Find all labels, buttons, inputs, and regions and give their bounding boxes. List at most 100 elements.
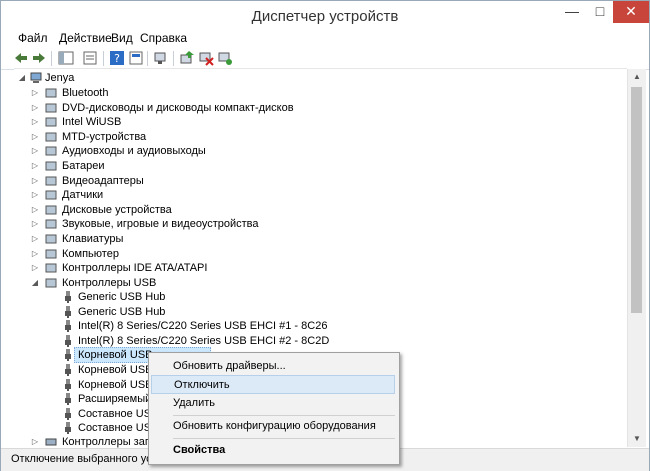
usb-device-label: Составное USB bbox=[78, 422, 159, 435]
expand-icon[interactable]: ▷ bbox=[31, 130, 39, 144]
scrollbar-thumb[interactable] bbox=[631, 87, 642, 313]
toolbar-separator bbox=[103, 51, 104, 66]
disable-device-icon[interactable] bbox=[217, 50, 233, 66]
show-hide-tree-icon[interactable] bbox=[58, 50, 74, 66]
properties-icon[interactable] bbox=[82, 50, 98, 66]
uninstall-icon[interactable] bbox=[198, 50, 214, 66]
expand-icon[interactable]: ▷ bbox=[31, 232, 39, 246]
ctx-disable[interactable]: Отключить bbox=[151, 375, 395, 394]
expand-icon[interactable]: ▷ bbox=[31, 261, 39, 275]
usb-device-label: Расширяемый bbox=[78, 393, 152, 406]
view-icon[interactable] bbox=[128, 50, 144, 66]
ctx-scan-hardware[interactable]: Обновить конфигурацию оборудования bbox=[151, 417, 395, 436]
battery-icon bbox=[45, 161, 57, 171]
usb-device-label: Составное USB bbox=[78, 407, 159, 420]
ctx-separator bbox=[173, 415, 395, 416]
tree-category-label: DVD-дисководы и дисководы компакт-дисков bbox=[62, 101, 294, 114]
expand-icon[interactable]: ▷ bbox=[31, 217, 39, 231]
tree-category-label: Видеоадаптеры bbox=[62, 174, 144, 187]
toolbar-separator bbox=[147, 51, 148, 66]
usb-plug-icon bbox=[65, 364, 71, 376]
close-button[interactable]: ✕ bbox=[613, 1, 649, 23]
expand-icon[interactable]: ▷ bbox=[31, 174, 39, 188]
expand-icon[interactable]: ▷ bbox=[31, 115, 39, 129]
tree-category-label: MTD-устройства bbox=[62, 130, 147, 143]
dvd-drive-icon bbox=[45, 103, 57, 113]
usb-device-label: Корневой USB- bbox=[78, 364, 157, 376]
usb-plug-icon bbox=[65, 320, 71, 333]
tree-category-label: Звуковые, игровые и видеоустройства bbox=[62, 218, 259, 231]
svg-text:?: ? bbox=[114, 52, 120, 65]
menu-file[interactable]: Файл bbox=[18, 29, 48, 47]
expand-icon[interactable]: ▷ bbox=[31, 203, 39, 217]
collapse-icon[interactable]: ◢ bbox=[18, 71, 26, 85]
usb-device-label: Intel(R) 8 Series/C220 Series USB EHCI #… bbox=[78, 334, 330, 347]
ide-controller-icon bbox=[45, 263, 57, 273]
tree-category-label: Компьютер bbox=[62, 247, 119, 260]
display-adapter-icon bbox=[45, 176, 57, 186]
usb-plug-icon bbox=[65, 305, 71, 318]
toolbar: ? bbox=[1, 47, 649, 70]
tree-root-label: Jenya bbox=[45, 72, 75, 84]
ctx-update-drivers[interactable]: Обновить драйверы... bbox=[151, 357, 395, 376]
status-text: Отключение выбранного устро bbox=[11, 453, 169, 465]
toolbar-separator bbox=[51, 51, 52, 66]
usb-plug-icon bbox=[65, 407, 71, 420]
back-arrow-icon[interactable] bbox=[13, 50, 29, 66]
tree-category-label: Контроллеры USB bbox=[62, 276, 157, 289]
maximize-button[interactable]: □ bbox=[585, 1, 615, 23]
usb-plug-icon bbox=[65, 291, 71, 303]
tree-category-label: Аудиовходы и аудиовыходы bbox=[62, 145, 206, 158]
storage-controller-icon bbox=[45, 438, 57, 446]
tree-category-label: Контроллеры запо bbox=[62, 436, 157, 448]
ctx-separator bbox=[173, 438, 395, 439]
sensor-icon bbox=[45, 190, 57, 200]
minimize-button[interactable]: — bbox=[557, 1, 587, 23]
usb-device-label: Generic USB Hub bbox=[78, 305, 166, 318]
tree-category-label: Клавиатуры bbox=[62, 233, 124, 245]
window-title: Диспетчер устройств bbox=[251, 8, 399, 25]
menu-bar: Файл Действие Вид Справка bbox=[1, 29, 649, 47]
usb-plug-icon bbox=[65, 349, 71, 362]
ctx-uninstall[interactable]: Удалить bbox=[151, 394, 395, 413]
menu-action[interactable]: Действие bbox=[59, 29, 112, 47]
menu-view[interactable]: Вид bbox=[111, 29, 133, 47]
expand-icon[interactable]: ▷ bbox=[31, 247, 39, 261]
usb-device-label: Intel(R) 8 Series/C220 Series USB EHCI #… bbox=[78, 320, 328, 333]
help-icon[interactable]: ? bbox=[109, 50, 125, 66]
expand-icon[interactable]: ▷ bbox=[31, 144, 39, 158]
usb-plug-icon bbox=[65, 334, 71, 347]
mtd-device-icon bbox=[45, 132, 57, 142]
expand-icon[interactable]: ▷ bbox=[31, 159, 39, 173]
expand-icon[interactable]: ▷ bbox=[31, 435, 39, 449]
keyboard-icon bbox=[45, 234, 57, 244]
usb-plug-icon bbox=[65, 378, 71, 391]
expand-icon[interactable]: ▷ bbox=[31, 101, 39, 115]
usb-controller-icon bbox=[45, 278, 57, 288]
scroll-up-icon[interactable]: ▲ bbox=[628, 69, 646, 85]
forward-arrow-icon[interactable] bbox=[31, 50, 47, 66]
menu-help[interactable]: Справка bbox=[140, 29, 187, 47]
usb-device-label: Generic USB Hub bbox=[78, 291, 166, 303]
vertical-scrollbar[interactable]: ▲ ▼ bbox=[627, 69, 646, 447]
collapse-icon[interactable]: ◢ bbox=[31, 276, 39, 290]
device-manager-window: Диспетчер устройств — □ ✕ Файл Действие … bbox=[0, 0, 650, 471]
update-driver-icon[interactable] bbox=[179, 50, 195, 66]
wiusb-icon bbox=[45, 117, 57, 127]
scan-hardware-icon[interactable] bbox=[153, 50, 169, 66]
usb-plug-icon bbox=[65, 393, 71, 406]
tree-category-label: Intel WiUSB bbox=[62, 116, 122, 129]
ctx-properties[interactable]: Свойства bbox=[151, 441, 395, 460]
bluetooth-icon bbox=[45, 88, 57, 98]
context-menu: Обновить драйверы... Отключить Удалить О… bbox=[148, 352, 400, 465]
expand-icon[interactable]: ▷ bbox=[31, 188, 39, 202]
scroll-down-icon[interactable]: ▼ bbox=[628, 431, 646, 447]
sound-icon bbox=[45, 219, 57, 229]
tree-category-label: Дисковые устройства bbox=[62, 203, 172, 216]
expand-icon[interactable]: ▷ bbox=[31, 86, 39, 100]
title-bar: Диспетчер устройств — □ ✕ bbox=[1, 1, 649, 31]
computer-icon bbox=[30, 72, 42, 83]
audio-icon bbox=[45, 146, 57, 156]
toolbar-separator bbox=[173, 51, 174, 66]
tree-category-label: Датчики bbox=[62, 189, 104, 202]
